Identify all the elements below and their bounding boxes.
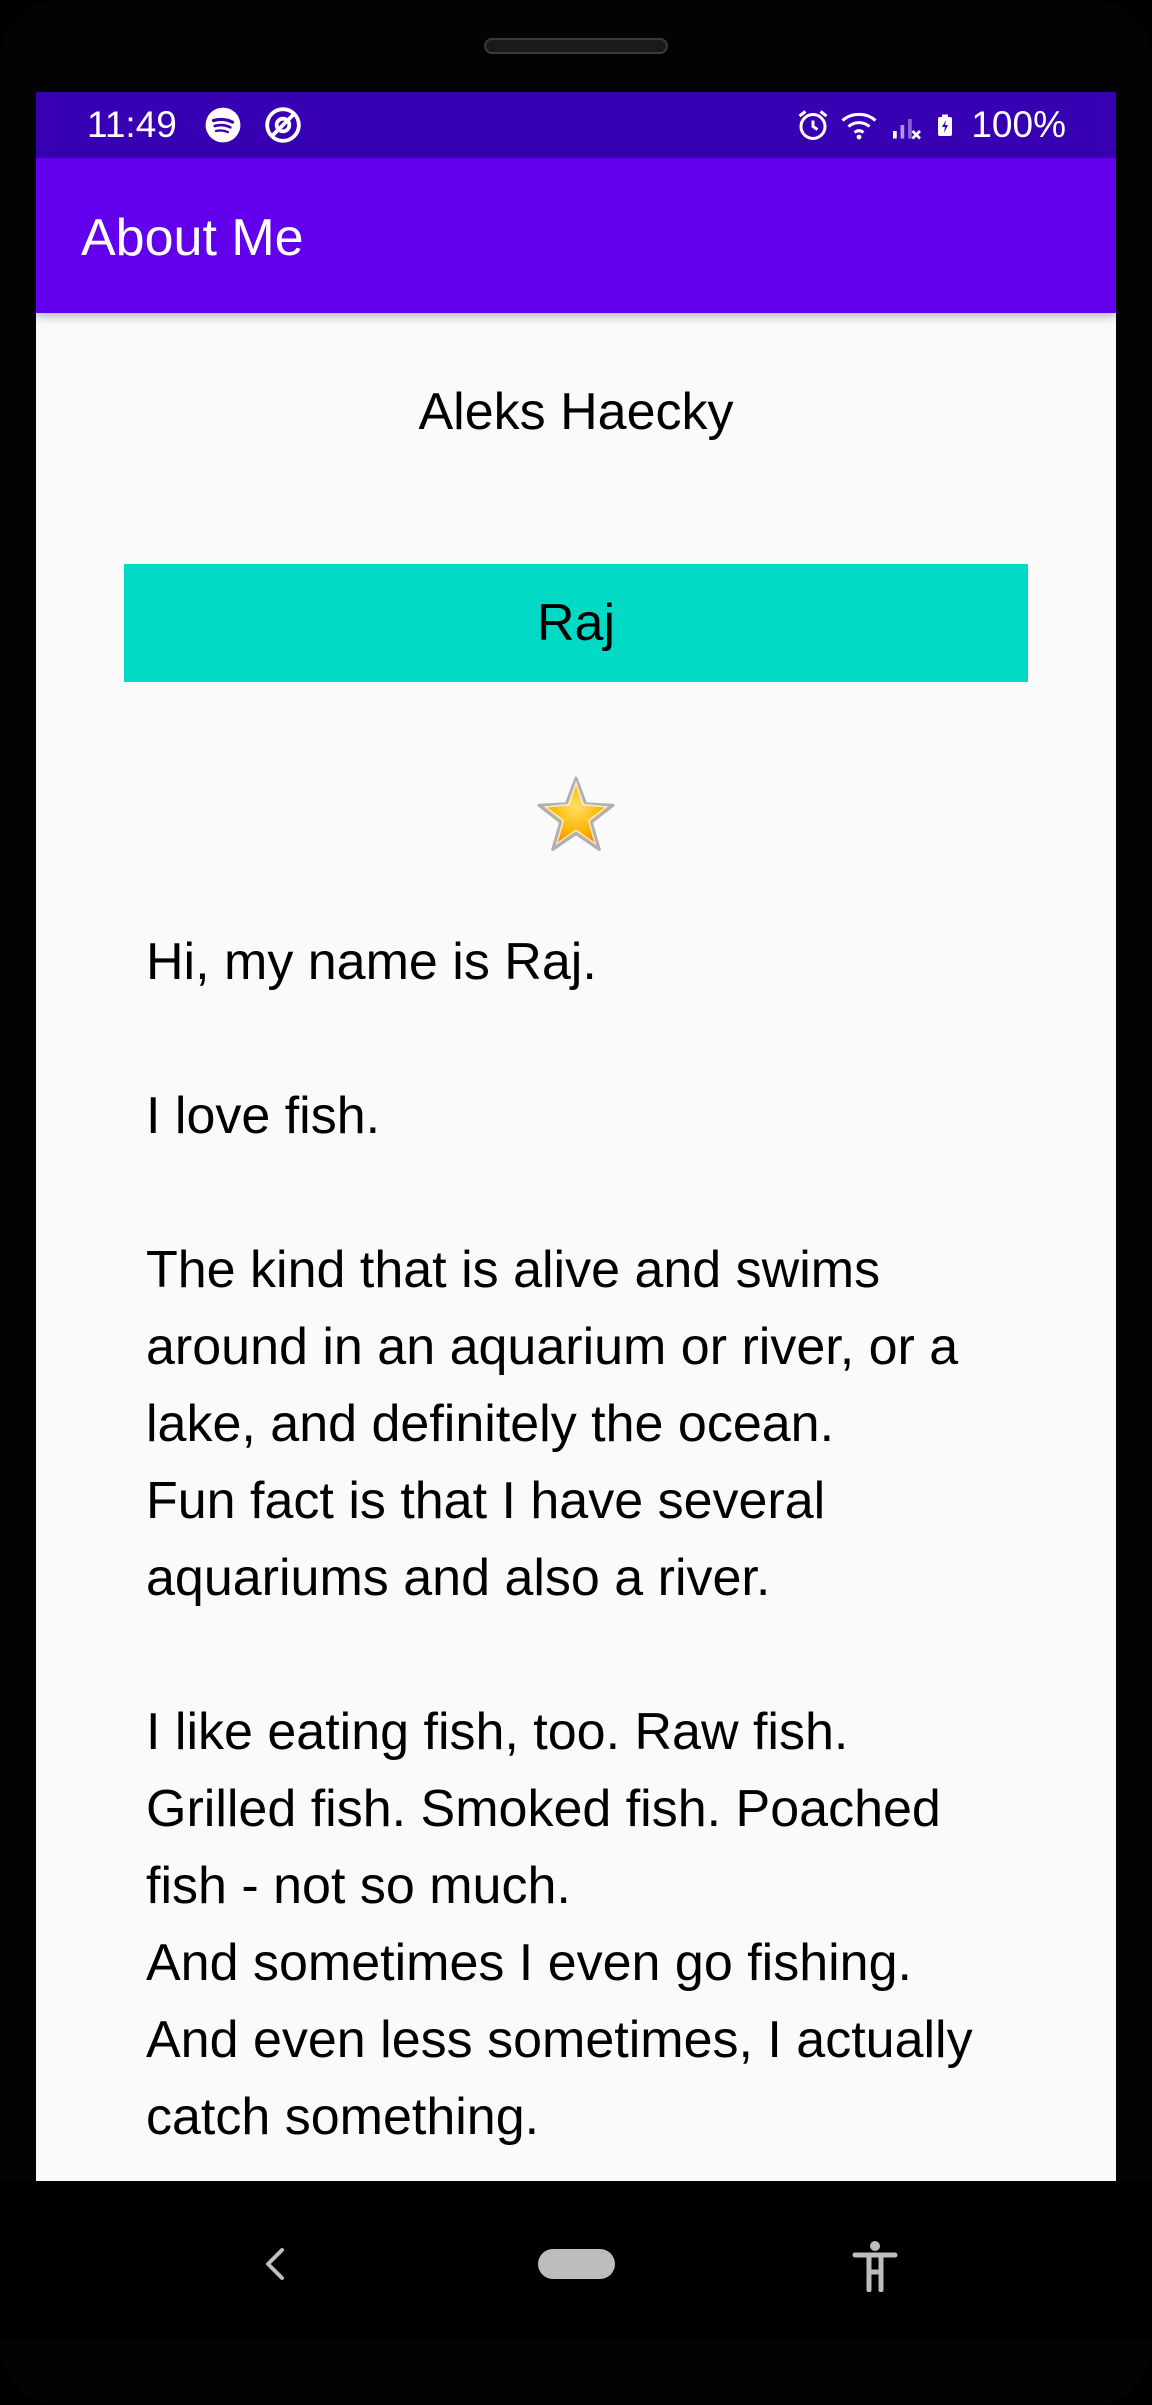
status-right-group: 100%	[795, 102, 1066, 148]
home-pill[interactable]	[538, 2249, 615, 2279]
nickname-text[interactable]: Raj	[124, 564, 1028, 682]
alarm-icon	[798, 110, 828, 140]
battery-charging-icon	[938, 114, 953, 136]
spotify-icon	[205, 107, 241, 143]
battery-percentage: 100%	[971, 104, 1066, 145]
cell-signal-icon	[893, 119, 922, 140]
back-icon[interactable]	[262, 2244, 288, 2284]
accessibility-icon[interactable]	[852, 2240, 898, 2292]
app-bar-title: About Me	[81, 209, 304, 267]
bio-text: Hi, my name is Raj. I love fish. The kin…	[146, 933, 973, 2146]
app-bar: About Me	[36, 158, 1116, 313]
wifi-icon	[841, 112, 877, 140]
navigation-bar	[0, 2181, 1152, 2341]
at-sign-notification-icon	[265, 107, 301, 143]
status-bar: 11:49 100%	[36, 92, 1116, 158]
screen: 11:49 100% About Me Aleks Haecky Raj Hi,…	[36, 92, 1116, 2181]
star-icon	[537, 776, 615, 851]
name-text: Aleks Haecky	[418, 383, 734, 441]
phone-frame: 11:49 100% About Me Aleks Haecky Raj Hi,…	[0, 0, 1152, 2405]
earpiece-speaker	[484, 38, 668, 54]
status-time: 11:49	[87, 104, 177, 145]
